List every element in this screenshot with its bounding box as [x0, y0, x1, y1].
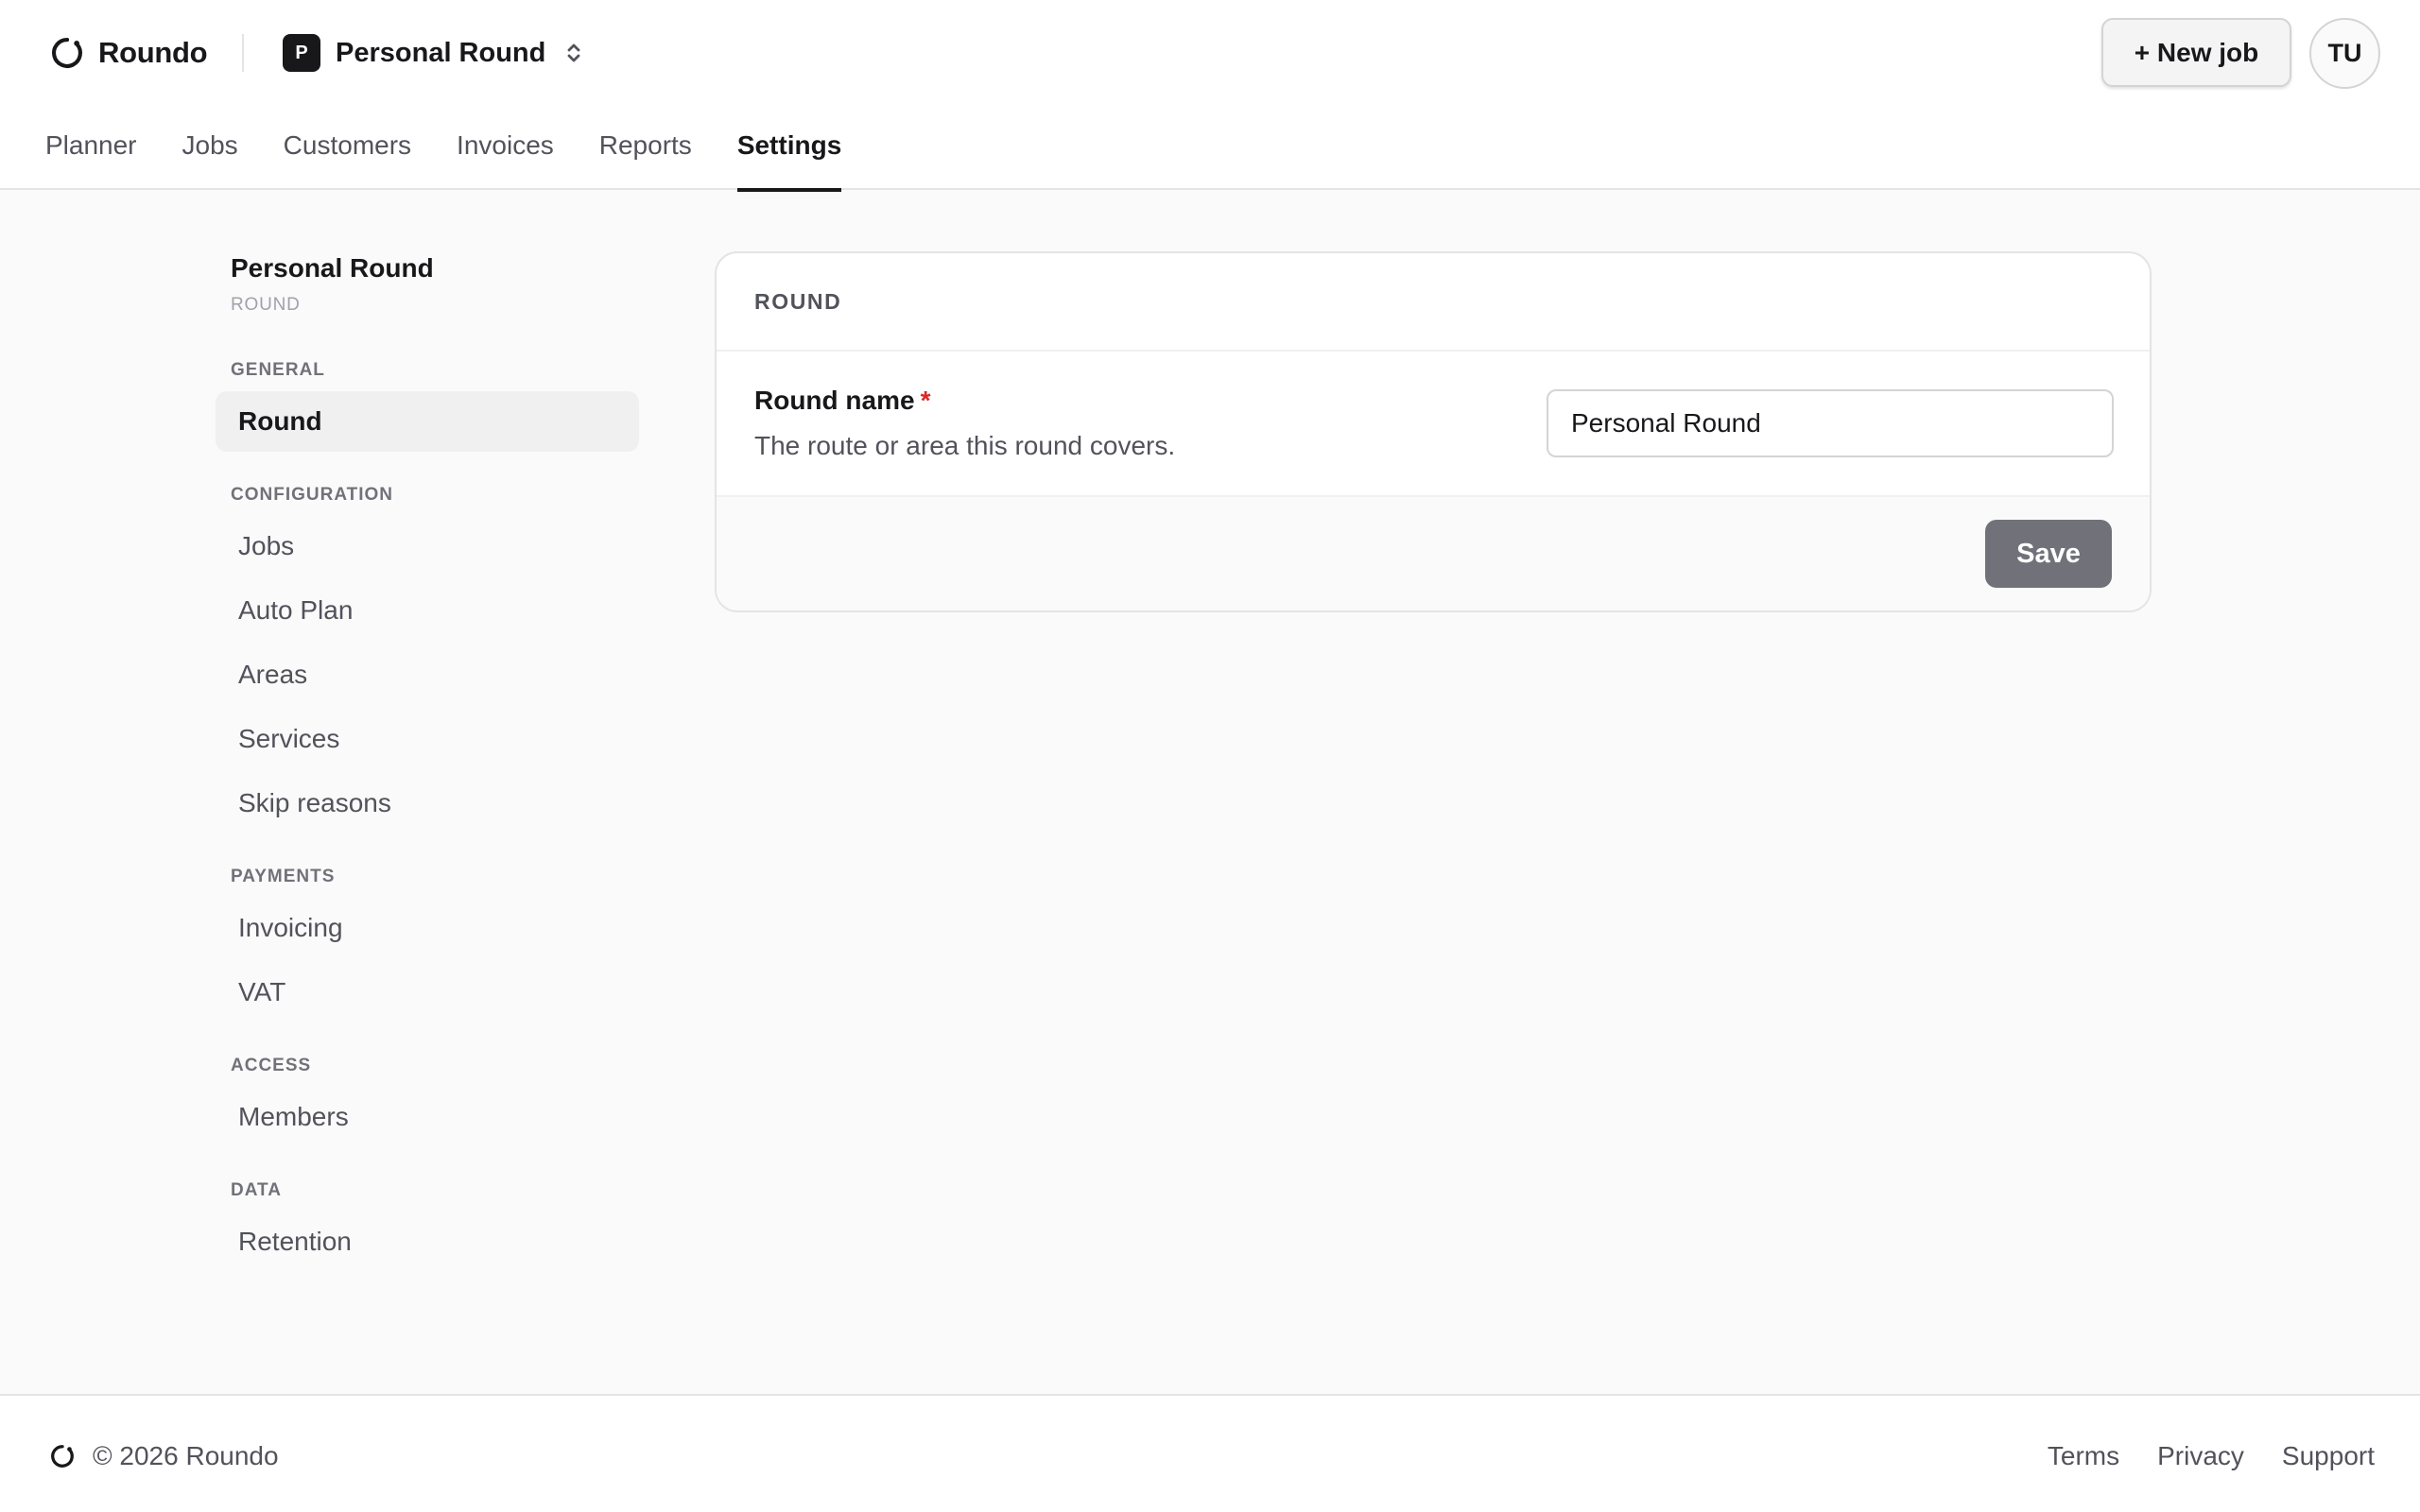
card-footer: Save [717, 497, 2150, 610]
tab-customers[interactable]: Customers [284, 123, 411, 190]
save-button[interactable]: Save [1985, 520, 2112, 588]
sidebar-item-retention[interactable]: Retention [216, 1211, 639, 1272]
section-label-data: DATA [231, 1180, 282, 1200]
tab-invoices[interactable]: Invoices [457, 123, 554, 190]
footer-link-terms[interactable]: Terms [2048, 1441, 2119, 1471]
round-name-input[interactable] [1547, 389, 2114, 457]
sidebar-item-auto-plan[interactable]: Auto Plan [216, 580, 639, 641]
tab-reports[interactable]: Reports [599, 123, 692, 190]
brand-name: Roundo [98, 36, 208, 69]
sidebar-item-areas[interactable]: Areas [216, 644, 639, 705]
sidebar-item-vat[interactable]: VAT [216, 962, 639, 1022]
round-settings-card: ROUND Round name * The route or area this… [715, 251, 2152, 612]
card-header: ROUND [717, 253, 2150, 352]
sidebar-subtitle: ROUND [231, 295, 301, 315]
round-avatar: P [283, 34, 320, 72]
sidebar-item-members[interactable]: Members [216, 1087, 639, 1147]
section-label-payments: PAYMENTS [231, 867, 336, 886]
footer-brand: © 2026 Roundo [49, 1441, 279, 1471]
page-footer: © 2026 Roundo Terms Privacy Support [0, 1394, 2420, 1512]
footer-link-privacy[interactable]: Privacy [2157, 1441, 2244, 1471]
round-name-label: Round name [754, 386, 915, 415]
sidebar-title: Personal Round [231, 253, 434, 283]
sidebar-item-jobs[interactable]: Jobs [216, 516, 639, 576]
top-header: Roundo P Personal Round + New job TU Pla… [0, 0, 2420, 192]
field-label-group: Round name * The route or area this round… [754, 386, 1175, 461]
settings-sidebar: Personal Round ROUND GENERAL Round CONFI… [216, 253, 639, 1272]
card-title: ROUND [754, 288, 842, 314]
new-job-button[interactable]: + New job [2101, 18, 2291, 87]
footer-link-support[interactable]: Support [2282, 1441, 2375, 1471]
brand[interactable]: Roundo [49, 28, 208, 77]
required-marker: * [920, 386, 931, 415]
footer-links: Terms Privacy Support [2048, 1441, 2375, 1471]
tab-settings[interactable]: Settings [736, 123, 842, 192]
chevron-updown-icon [567, 43, 580, 62]
roundo-logo-icon [52, 38, 82, 68]
header-divider [242, 34, 244, 72]
user-avatar[interactable]: TU [2309, 18, 2380, 89]
footer-copyright: © 2026 Roundo [93, 1441, 279, 1470]
round-switcher[interactable]: P Personal Round [283, 34, 583, 72]
tab-planner[interactable]: Planner [45, 123, 137, 190]
roundo-logo-icon [51, 1445, 74, 1468]
tab-jobs[interactable]: Jobs [182, 123, 238, 190]
sidebar-item-services[interactable]: Services [216, 709, 639, 769]
round-name-row: Round name * The route or area this round… [717, 352, 2150, 497]
round-switcher-name: Personal Round [336, 37, 546, 68]
round-name-help: The route or area this round covers. [754, 431, 1176, 460]
main-nav: Planner Jobs Customers Invoices Reports … [45, 123, 842, 192]
sidebar-item-invoicing[interactable]: Invoicing [216, 898, 639, 958]
section-label-configuration: CONFIGURATION [231, 485, 394, 505]
sidebar-item-skip-reasons[interactable]: Skip reasons [216, 773, 639, 833]
section-label-general: GENERAL [231, 360, 325, 380]
section-label-access: ACCESS [231, 1056, 312, 1075]
sidebar-item-round[interactable]: Round [216, 391, 639, 452]
